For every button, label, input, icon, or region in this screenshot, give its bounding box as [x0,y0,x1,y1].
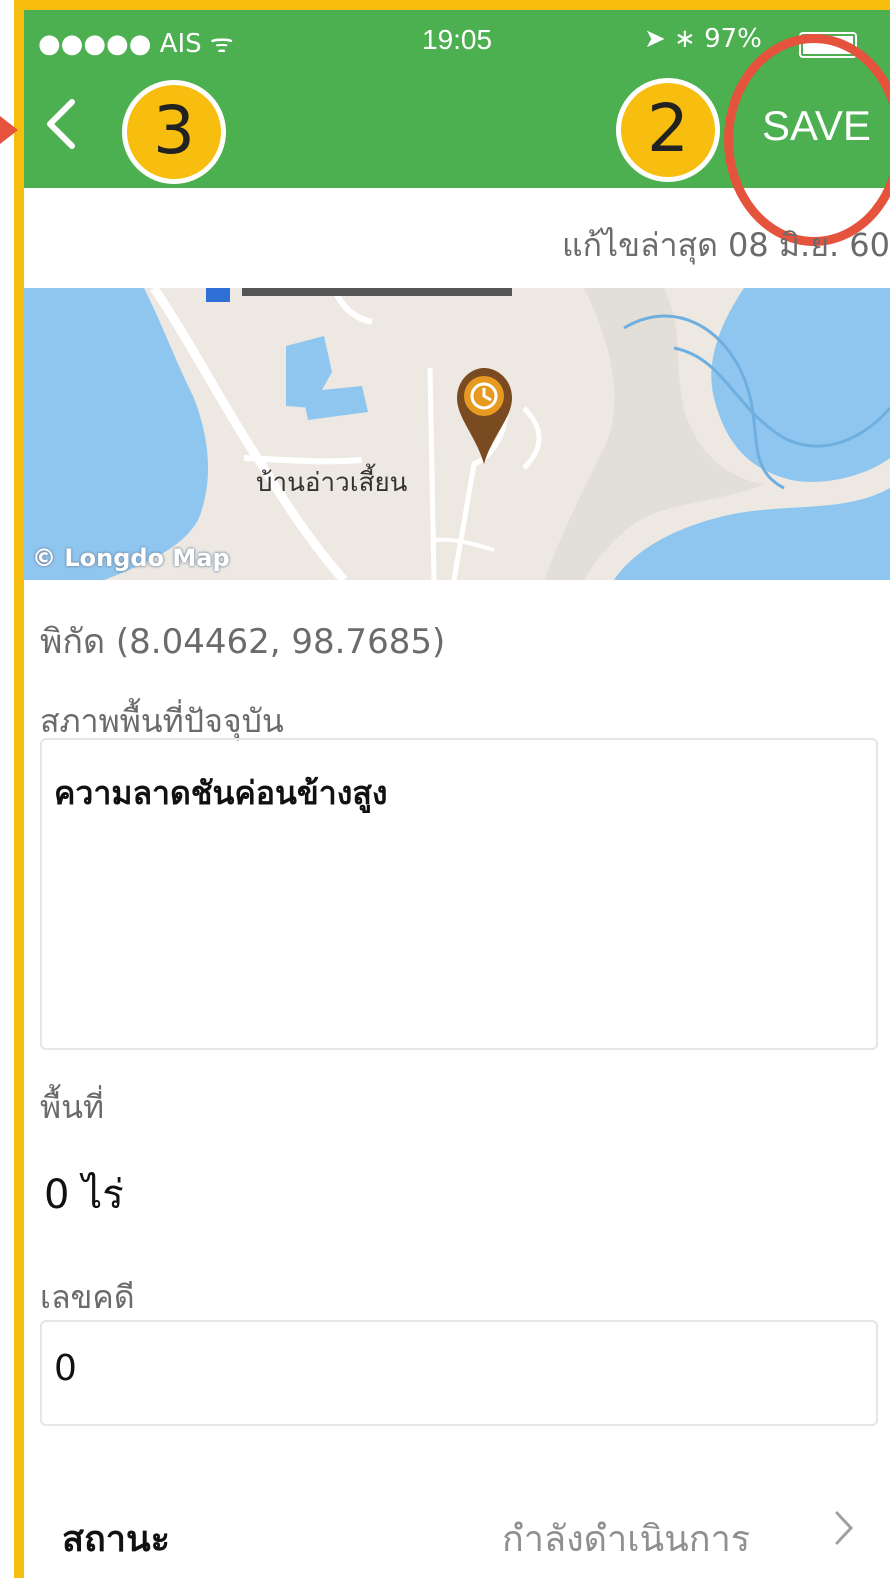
map-view[interactable] [24,288,890,580]
last-edited-text: แก้ไขล่าสุด 08 มิ.ย. 60 [562,226,890,264]
map-credit: © Longdo Map [32,544,230,572]
chevron-right-icon [832,1508,856,1557]
highlight-frame-top [14,0,890,10]
chevron-left-icon [47,99,75,149]
status-row[interactable]: สถานะ กำลังดำเนินการ [24,1490,890,1570]
status-icons: ➤ ∗ 97% [644,24,762,54]
status-value: กำลังดำเนินการ [502,1519,751,1560]
back-button[interactable] [42,96,78,162]
pointer-arrow-icon [0,116,18,144]
coordinates-text: พิกัด (8.04462, 98.7685) [40,622,446,662]
save-highlight-circle [724,34,890,246]
area-label: พื้นที่ [40,1088,105,1126]
area-value: 0 ไร่ [44,1172,124,1218]
carrier-signal: ●●●●● AIS ᯤ [38,29,234,59]
clock: 19:05 [422,24,493,55]
case-number-label: เลขคดี [40,1278,135,1316]
highlight-frame-left [14,0,24,1578]
map-canvas [24,288,890,580]
map-place-label: บ้านอ่าวเสี้ยน [256,468,408,498]
callout-badge-back: 3 [122,80,226,184]
app-screen: ●●●●● AIS ᯤ 19:05 ➤ ∗ 97% 3 2 SAVE แก้ไข… [24,10,890,1578]
status-label: สถานะ [62,1519,170,1560]
case-number-input[interactable]: 0 [40,1320,878,1426]
condition-textarea[interactable]: ความลาดชันค่อนข้างสูง [40,738,878,1050]
callout-badge-save: 2 [616,78,720,182]
